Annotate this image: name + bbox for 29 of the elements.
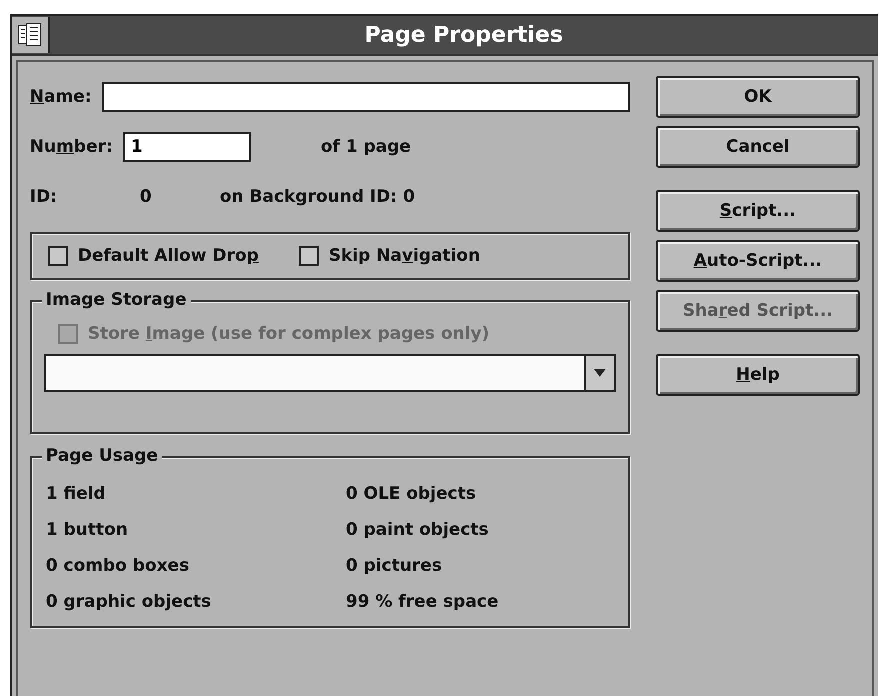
number-label: Number: [30, 137, 113, 157]
usage-stat: 0 graphic objects [46, 592, 212, 612]
app-icon[interactable] [12, 17, 50, 53]
image-combo-box[interactable] [44, 354, 616, 392]
dialog-button[interactable]: Cancel [656, 126, 860, 168]
usage-stat: 0 pictures [346, 556, 444, 576]
dialog-button[interactable]: OK [656, 76, 860, 118]
name-field[interactable] [102, 82, 630, 112]
id-label: ID: [30, 187, 58, 207]
usage-stat: 1 field [46, 484, 107, 504]
usage-stat: 0 combo boxes [46, 556, 190, 576]
group-title: Page Usage [42, 446, 162, 466]
dialog-button[interactable]: Auto-Script... [656, 240, 860, 282]
page-count: of 1 page [320, 137, 412, 157]
dialog-button[interactable]: Help [656, 354, 860, 396]
number-field[interactable]: 1 [122, 132, 251, 162]
usage-stat: 99 % free space [346, 592, 500, 612]
dialog-button[interactable]: Script... [656, 190, 860, 232]
id-value: 0 [140, 187, 153, 207]
usage-stat: 0 OLE objects [346, 484, 478, 504]
option-checkbox[interactable]: Skip Navigation [298, 246, 480, 266]
usage-stat: 0 paint objects [346, 520, 490, 540]
name-label: Name: [30, 87, 92, 107]
usage-stat: 1 button [46, 520, 130, 540]
option-checkbox[interactable]: Default Allow Drop [48, 246, 259, 266]
dropdown-arrow-icon [594, 369, 606, 377]
background-id: on Background ID: 0 [220, 187, 416, 207]
window-title: Page Properties [364, 22, 564, 48]
group-title: Image Storage [42, 290, 191, 310]
